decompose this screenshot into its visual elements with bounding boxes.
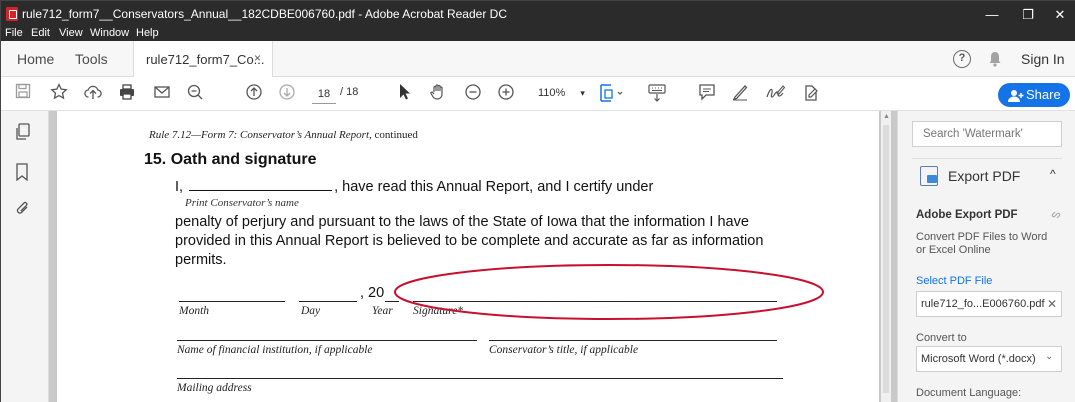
oath-line: I, , have read this Annual Report, and I… [175, 179, 653, 195]
highlight-pen-icon[interactable] [731, 83, 749, 105]
page-down-icon[interactable] [278, 83, 296, 105]
search-input[interactable] [912, 121, 1062, 147]
window-title: rule712_form7__Conservators_Annual__182C… [22, 7, 507, 21]
month-label: Month [179, 305, 210, 317]
zoom-search-icon[interactable] [186, 83, 204, 105]
format-dropdown[interactable]: Microsoft Word (*.docx) ⌄ [916, 346, 1062, 372]
share-button[interactable]: Share [998, 83, 1070, 107]
chevron-up-icon[interactable]: ^ [1050, 167, 1056, 181]
close-tab-icon[interactable]: × [254, 51, 261, 65]
document-viewport[interactable]: Rule 7.12—Form 7: Conservator’s Annual R… [49, 111, 897, 402]
day-label: Day [301, 305, 321, 317]
tools-pane: Export PDF ^ Adobe Export PDF Convert PD… [897, 111, 1075, 402]
vertical-scrollbar[interactable]: ▲ [881, 111, 891, 402]
oath-prefix: I, [175, 179, 184, 195]
financial-institution-label: Name of financial institution, if applic… [177, 344, 373, 356]
title-bar: rule712_form7__Conservators_Annual__182C… [1, 1, 1075, 29]
toolbar: 18 / 18 110% ▾ Share [1, 77, 1075, 111]
mailing-address-line[interactable] [177, 378, 783, 379]
save-icon[interactable] [15, 83, 31, 105]
tab-document-label: rule712_form7_Co... [146, 52, 265, 67]
page-thumbnails-icon[interactable] [15, 123, 31, 146]
mailing-address-label: Mailing address [177, 382, 252, 394]
month-line[interactable] [179, 301, 285, 302]
running-head-title: Rule 7.12—Form 7: Conservator’s Annual R… [149, 129, 372, 141]
year-prefix: , 20 [360, 285, 385, 301]
page-total: / 18 [340, 86, 359, 98]
tab-home[interactable]: Home [17, 51, 54, 67]
comment-icon[interactable] [698, 83, 716, 105]
running-head-continued: continued [374, 129, 418, 141]
format-value: Microsoft Word (*.docx) [921, 353, 1036, 365]
day-line[interactable] [299, 301, 357, 302]
export-pdf-header[interactable]: Export PDF [948, 168, 1020, 184]
tab-bar: Home Tools rule712_form7_Co... × ? Sign … [1, 41, 1075, 77]
select-cursor-icon[interactable] [398, 83, 412, 105]
add-person-icon [1008, 87, 1024, 111]
print-icon[interactable] [118, 83, 136, 105]
bookmark-icon[interactable] [15, 163, 29, 186]
export-pdf-icon [920, 166, 938, 186]
chevron-down-icon: ▾ [580, 88, 585, 98]
print-name-label: Print Conservator’s name [185, 197, 299, 209]
hand-icon[interactable] [429, 83, 447, 105]
menu-file[interactable]: File [5, 27, 23, 39]
convert-to-label: Convert to [916, 332, 967, 344]
conservator-title-label: Conservator’s title, if applicable [489, 344, 639, 356]
scroll-up-icon[interactable]: ▲ [883, 113, 890, 120]
annotation-ellipse [394, 264, 824, 320]
year-label: Year [372, 305, 393, 317]
select-pdf-file-link[interactable]: Select PDF File [916, 275, 992, 287]
close-window-button[interactable]: ✕ [1044, 1, 1075, 29]
upload-icon[interactable] [84, 83, 102, 105]
bookmark-star-icon[interactable] [50, 82, 68, 105]
maximize-button[interactable]: ❐ [1012, 1, 1044, 29]
zoom-level-dropdown[interactable]: 110% ▾ [538, 87, 585, 99]
conservator-title-line[interactable] [489, 340, 777, 341]
pane-divider [912, 158, 1062, 159]
minimize-button[interactable]: — [976, 1, 1008, 29]
sign-in-link[interactable]: Sign In [1021, 51, 1065, 67]
running-head: Rule 7.12—Form 7: Conservator’s Annual R… [149, 129, 418, 141]
fit-page-icon[interactable] [599, 83, 625, 105]
tab-document[interactable]: rule712_form7_Co... × [133, 41, 273, 77]
sign-icon[interactable] [764, 83, 786, 105]
selected-file-field[interactable]: rule712_fo...E006760.pdf ✕ [916, 291, 1062, 317]
more-tools-icon[interactable] [801, 83, 821, 105]
scrollbar-thumb[interactable] [883, 125, 889, 393]
zoom-level: 110% [538, 87, 566, 99]
pdf-page: Rule 7.12—Form 7: Conservator’s Annual R… [57, 111, 879, 402]
chevron-down-icon: ⌄ [1045, 351, 1054, 362]
left-navigation-rail [1, 111, 49, 402]
bell-icon[interactable] [988, 51, 1002, 70]
conservator-name-blank[interactable] [189, 179, 333, 191]
oath-suffix: , have read this Annual Report, and I ce… [334, 179, 654, 195]
menu-help[interactable]: Help [136, 27, 159, 39]
page-up-icon[interactable] [245, 83, 263, 105]
document-language-label: Document Language: [916, 387, 1022, 399]
email-icon[interactable] [153, 83, 171, 105]
acrobat-app-icon [6, 7, 18, 21]
financial-institution-line[interactable] [177, 340, 477, 341]
remove-file-icon[interactable]: ✕ [1047, 297, 1057, 311]
keyboard-scroll-icon[interactable] [647, 83, 667, 105]
section-heading: 15. Oath and signature [144, 151, 317, 168]
current-page-field[interactable]: 18 [312, 84, 336, 104]
export-description: Convert PDF Files to Word or Excel Onlin… [916, 231, 1048, 256]
menu-view[interactable]: View [59, 27, 83, 39]
export-section-title: Adobe Export PDF [916, 209, 1018, 221]
tab-tools[interactable]: Tools [75, 51, 108, 67]
zoom-in-icon[interactable] [497, 83, 515, 105]
menu-bar: File Edit View Window Help [1, 27, 1075, 41]
menu-edit[interactable]: Edit [31, 27, 50, 39]
menu-window[interactable]: Window [90, 27, 129, 39]
share-label: Share [1026, 87, 1061, 102]
info-icon[interactable] [1050, 209, 1062, 224]
selected-file-name: rule712_fo...E006760.pdf [921, 298, 1045, 310]
attachment-icon[interactable] [15, 199, 31, 222]
help-icon[interactable]: ? [953, 50, 971, 68]
zoom-out-icon[interactable] [464, 83, 482, 105]
